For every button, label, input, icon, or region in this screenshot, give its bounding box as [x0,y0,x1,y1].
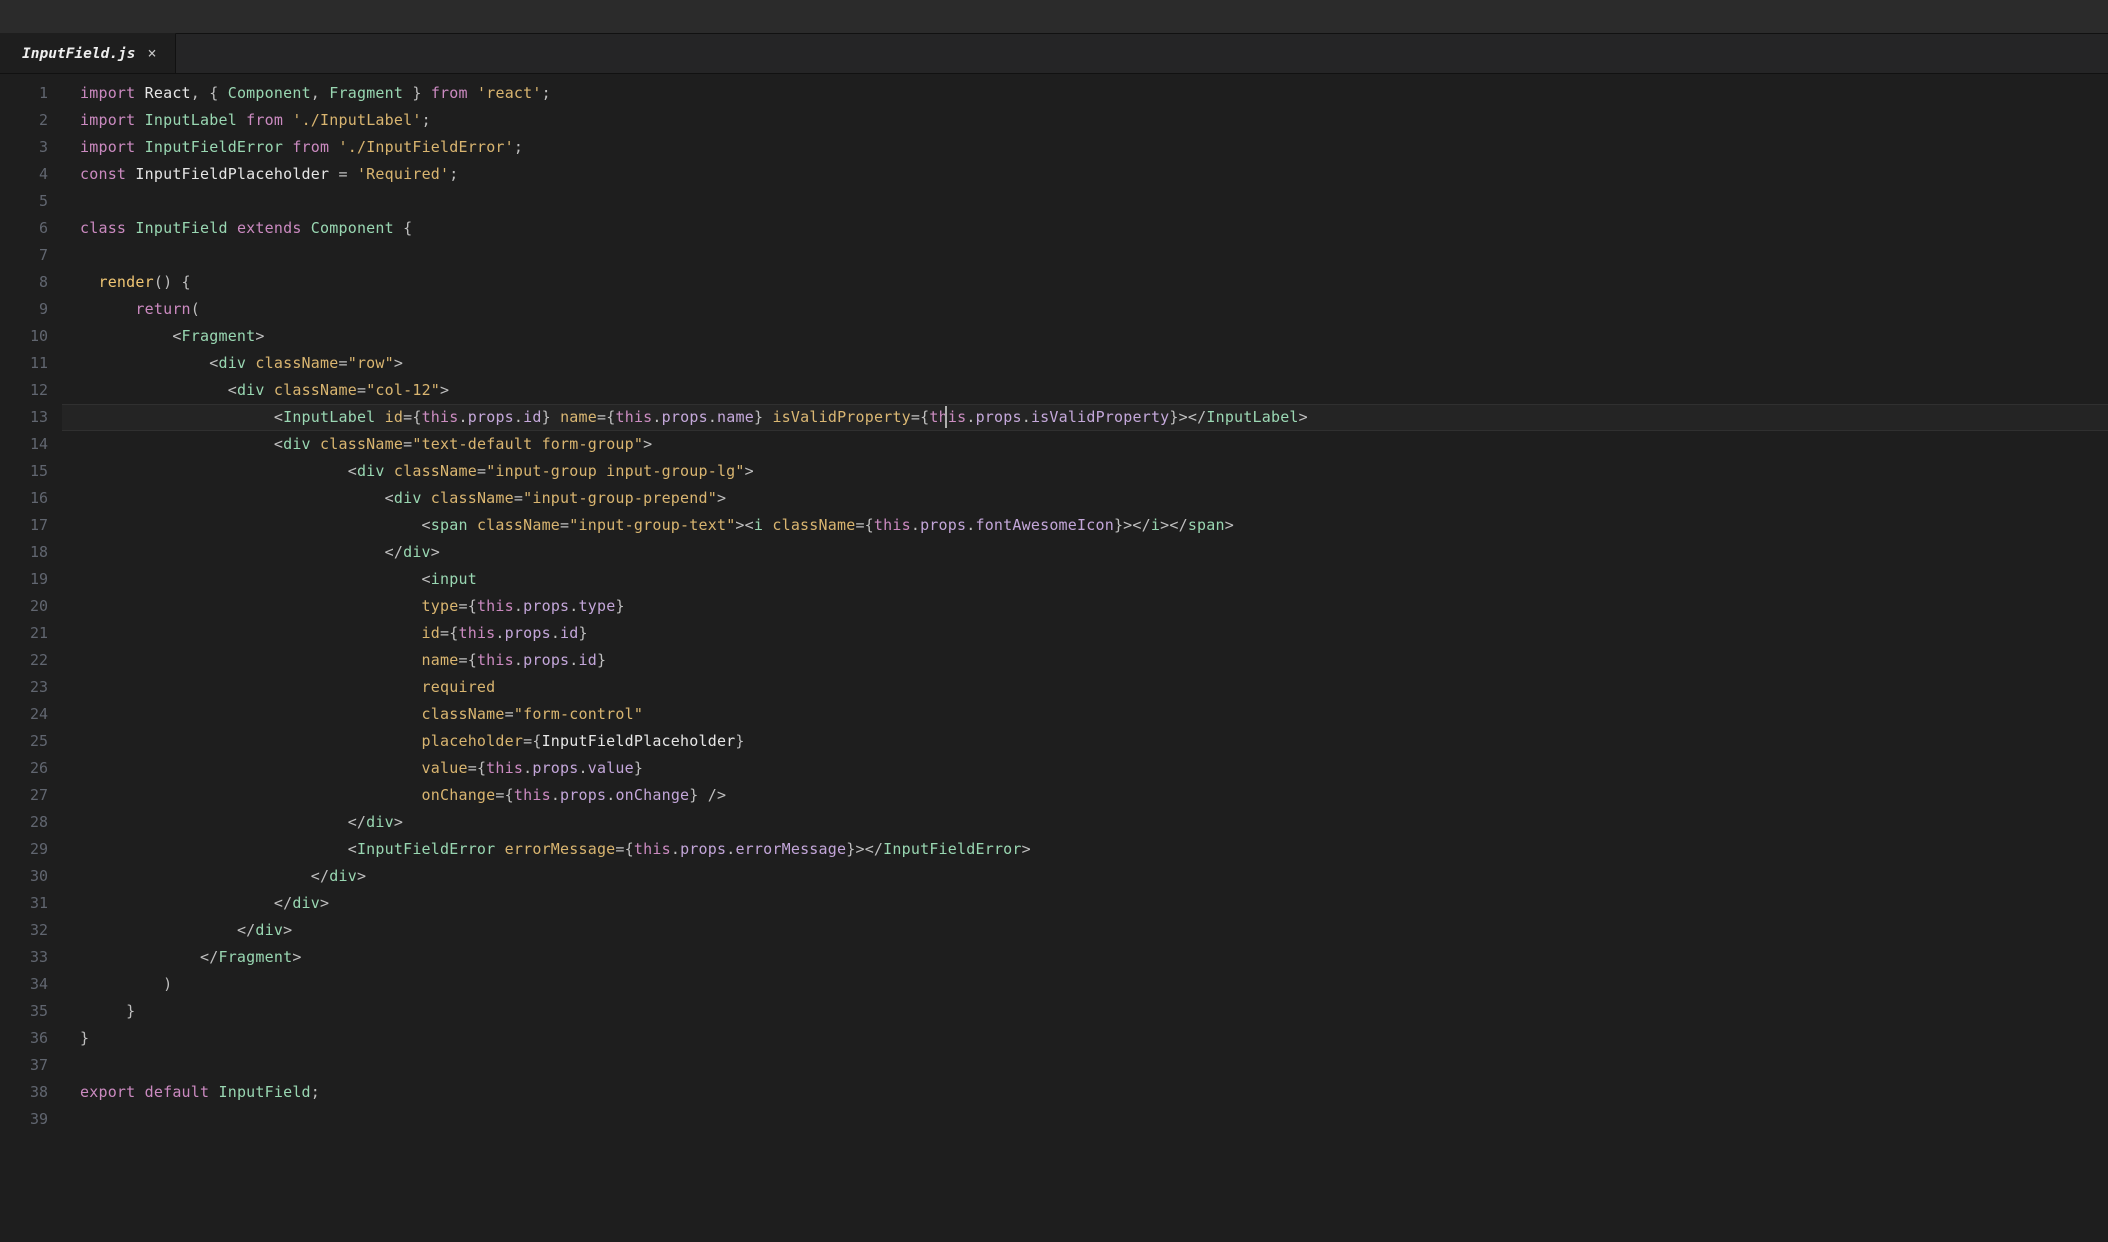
line-number: 9 [0,296,48,323]
line-number: 2 [0,107,48,134]
line-number: 20 [0,593,48,620]
line-number: 27 [0,782,48,809]
line-number: 21 [0,620,48,647]
line-number: 29 [0,836,48,863]
line-number: 19 [0,566,48,593]
line-number: 37 [0,1052,48,1079]
line-number: 11 [0,350,48,377]
line-number: 3 [0,134,48,161]
line-number: 26 [0,755,48,782]
line-number: 6 [0,215,48,242]
line-number: 32 [0,917,48,944]
tab-strip: InputField.js × [0,34,2108,74]
line-number: 12 [0,377,48,404]
line-number: 30 [0,863,48,890]
editor-window: InputField.js × 123456789101112131415161… [0,0,2108,1242]
line-number: 39 [0,1106,48,1133]
line-number: 24 [0,701,48,728]
line-number: 34 [0,971,48,998]
line-number: 25 [0,728,48,755]
line-number: 17 [0,512,48,539]
line-number: 18 [0,539,48,566]
line-number: 38 [0,1079,48,1106]
line-number: 1 [0,80,48,107]
line-number: 28 [0,809,48,836]
line-number: 13 [0,404,48,431]
line-number: 33 [0,944,48,971]
tab-label: InputField.js [22,46,136,62]
line-number: 31 [0,890,48,917]
line-number: 10 [0,323,48,350]
line-number: 35 [0,998,48,1025]
line-number: 23 [0,674,48,701]
line-number: 36 [0,1025,48,1052]
tab-inputfield-js[interactable]: InputField.js × [0,33,176,73]
source-code[interactable]: import React, { Component, Fragment } fr… [80,80,2108,1106]
line-number: 15 [0,458,48,485]
line-number: 8 [0,269,48,296]
line-number-gutter: 1234567891011121314151617181920212223242… [0,74,62,1242]
line-number: 4 [0,161,48,188]
line-number: 7 [0,242,48,269]
code-editor[interactable]: 1234567891011121314151617181920212223242… [0,74,2108,1242]
line-number: 16 [0,485,48,512]
line-number: 22 [0,647,48,674]
line-number: 14 [0,431,48,458]
system-titlebar [0,0,2108,34]
code-area[interactable]: import React, { Component, Fragment } fr… [62,74,2108,1242]
line-number: 5 [0,188,48,215]
close-icon[interactable]: × [148,46,157,61]
